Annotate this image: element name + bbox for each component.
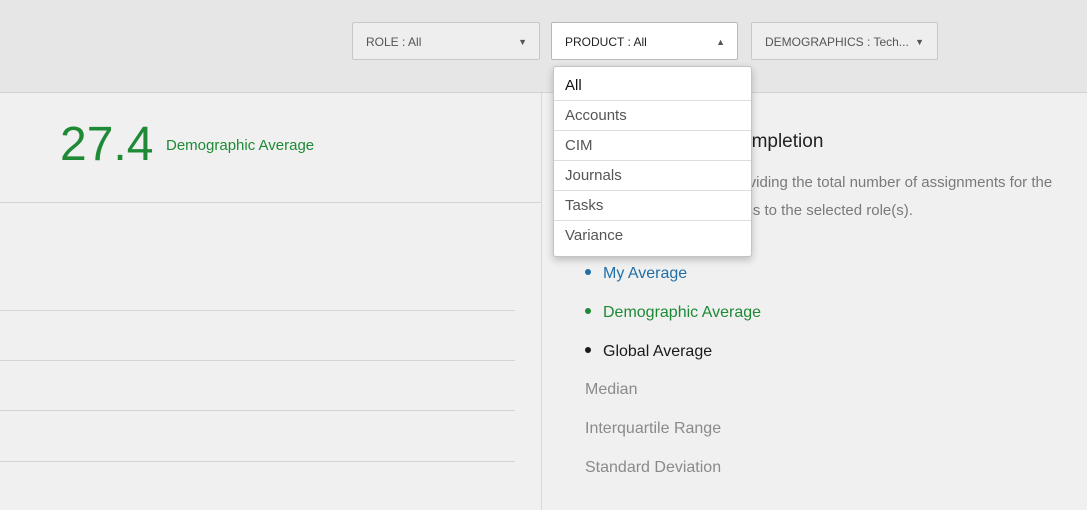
divider: [0, 461, 515, 462]
demographics-filter-label: DEMOGRAPHICS : Tech...: [765, 35, 909, 49]
legend-global-average: Global Average: [585, 343, 712, 361]
role-filter-label: ROLE : All: [366, 35, 422, 49]
legend-label: Global Average: [603, 343, 713, 360]
divider: [0, 310, 515, 311]
demographics-filter-dropdown[interactable]: DEMOGRAPHICS : Tech... ▼: [751, 22, 938, 60]
product-option-all[interactable]: All: [554, 67, 751, 101]
divider: [0, 202, 541, 203]
bullet-icon: [585, 307, 591, 314]
section-title: ompletion: [741, 131, 824, 152]
legend-my-average: My Average: [585, 265, 687, 283]
product-options-menu: All Accounts CIM Journals Tasks Variance: [553, 66, 752, 257]
metric-value: 27.4: [60, 118, 154, 171]
filter-bar: ROLE : All ▼ PRODUCT : All ▲ DEMOGRAPHIC…: [0, 0, 1087, 93]
metric-label: Demographic Average: [166, 137, 315, 154]
legend-label: My Average: [603, 265, 688, 282]
product-option-accounts[interactable]: Accounts: [554, 101, 751, 131]
legend-median: Median: [585, 381, 638, 398]
legend-demographic-average: Demographic Average: [585, 304, 761, 322]
caret-up-icon: ▲: [716, 37, 725, 47]
description-line-2: ess to the selected role(s).: [737, 202, 913, 219]
legend-label: Demographic Average: [603, 304, 762, 321]
metric-panel: 27.4 Demographic Average: [0, 93, 542, 510]
legend-interquartile-range: Interquartile Range: [585, 420, 722, 437]
product-filter-label: PRODUCT : All: [565, 35, 647, 49]
product-filter-dropdown[interactable]: PRODUCT : All ▲: [551, 22, 738, 60]
product-option-tasks[interactable]: Tasks: [554, 191, 751, 221]
product-option-cim[interactable]: CIM: [554, 131, 751, 161]
product-option-journals[interactable]: Journals: [554, 161, 751, 191]
divider: [0, 410, 515, 411]
divider: [0, 360, 515, 361]
caret-down-icon: ▼: [915, 37, 924, 47]
description-line-1: dividing the total number of assignments…: [737, 174, 1053, 191]
product-option-variance[interactable]: Variance: [554, 221, 751, 251]
legend-standard-deviation: Standard Deviation: [585, 459, 722, 476]
caret-down-icon: ▼: [518, 37, 527, 47]
role-filter-dropdown[interactable]: ROLE : All ▼: [352, 22, 540, 60]
bullet-icon: [585, 268, 591, 275]
bullet-icon: [585, 346, 591, 353]
